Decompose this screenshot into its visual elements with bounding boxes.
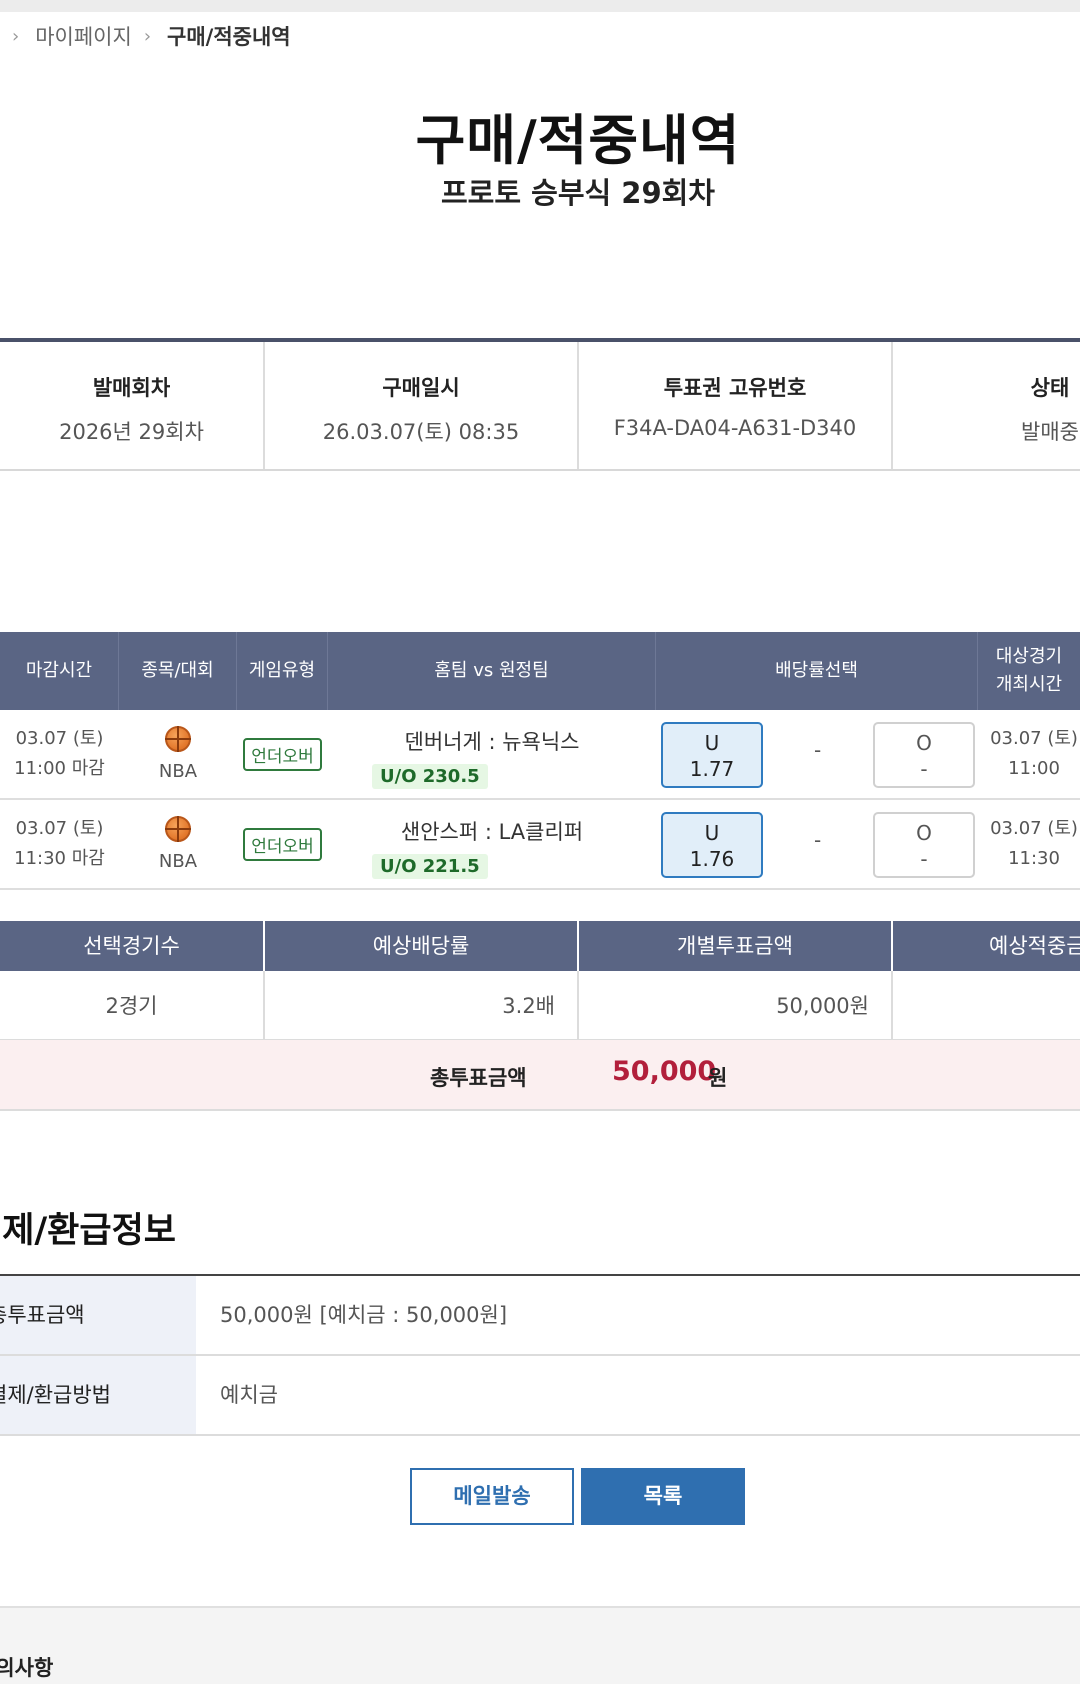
under-odds: 1.76	[689, 847, 735, 871]
game-row: 03.07 (토) 11:00 마감 NBA 언더오버 덴버너게 : 뉴욕닉스 …	[0, 710, 1080, 800]
col-teams: 홈팀 vs 원정팀	[328, 632, 656, 710]
info-ticket-id: 투표권 고유번호 F34A-DA04-A631-D340	[579, 342, 893, 469]
summary-games-value: 2경기	[0, 971, 265, 1041]
target-date: 03.07 (토)	[990, 728, 1078, 749]
match-teams: 샌안스퍼 : LA클리퍼	[400, 820, 584, 844]
payment-total-label: 총투표금액	[0, 1276, 196, 1354]
notice-title: 유의사항	[0, 1656, 54, 1680]
line-badge: U/O 221.5	[372, 854, 488, 879]
payment-section-title: 결제/환급정보	[0, 1211, 176, 1251]
col-odds: 배당률선택	[656, 632, 978, 710]
info-round-value: 2026년 29회차	[59, 420, 204, 444]
under-label: U	[704, 731, 720, 755]
match-teams: 덴버너게 : 뉴욕닉스	[404, 730, 580, 754]
breadcrumb-mypage[interactable]: 마이페이지	[35, 21, 132, 51]
summary-head-amount: 개별투표금액	[579, 921, 893, 971]
info-round-label: 발매회차	[92, 376, 171, 400]
breadcrumb-current: 구매/적중내역	[167, 25, 291, 49]
target-time-cell: 03.07 (토) 11:00	[978, 710, 1080, 798]
match-cell: 덴버너게 : 뉴욕닉스 U/O 230.5	[328, 710, 656, 798]
total-amount-unit: 원	[708, 1066, 728, 1090]
info-round: 발매회차 2026년 29회차	[0, 342, 265, 469]
league-label: NBA	[158, 761, 198, 782]
over-odds: -	[920, 847, 928, 871]
info-purchase-time: 구매일시 26.03.07(토) 08:35	[265, 342, 579, 469]
under-label: U	[704, 821, 720, 845]
summary-head-games: 선택경기수	[0, 921, 265, 971]
chevron-right-icon: ›	[143, 25, 152, 47]
summary-head-expected: 예상적중금	[893, 921, 1080, 971]
middle-odds: -	[814, 738, 822, 762]
line-badge: U/O 230.5	[372, 764, 488, 789]
summary-expected-value	[893, 971, 1080, 1041]
target-time: 11:00	[1008, 758, 1060, 779]
col-target-time: 대상경기 개최시간	[978, 632, 1080, 710]
page-title: 구매/적중내역	[415, 109, 741, 172]
send-mail-button[interactable]: 메일발송	[410, 1468, 574, 1525]
target-time-cell: 03.07 (토) 11:30	[978, 800, 1080, 888]
top-strip	[0, 0, 1080, 12]
league-label: NBA	[158, 851, 198, 872]
col-target-time-line1: 대상경기	[995, 646, 1063, 667]
col-game-type: 게임유형	[237, 632, 328, 710]
game-type-cell: 언더오버	[237, 710, 328, 798]
info-status-label: 상태	[1030, 376, 1070, 400]
under-odds-button[interactable]: U 1.76	[661, 812, 763, 878]
target-date: 03.07 (토)	[990, 818, 1078, 839]
game-type-badge: 언더오버	[243, 828, 322, 861]
sport-cell: NBA	[119, 710, 237, 798]
game-row: 03.07 (토) 11:30 마감 NBA 언더오버 샌안스퍼 : LA클리퍼…	[0, 800, 1080, 890]
list-button[interactable]: 목록	[581, 1468, 745, 1525]
summary-amount-value: 50,000원	[579, 971, 893, 1041]
payment-method-value: 예치금	[220, 1383, 278, 1407]
info-status-value: 발매중	[1021, 420, 1079, 444]
purchase-info-table: 발매회차 2026년 29회차 구매일시 26.03.07(토) 08:35 투…	[0, 338, 1080, 471]
payment-table: 총투표금액 50,000원 [예치금 : 50,000원] 결제/환급방법 예치…	[0, 1274, 1080, 1436]
payment-total-value: 50,000원 [예치금 : 50,000원]	[220, 1303, 508, 1327]
middle-odds: -	[814, 828, 822, 852]
total-amount-row: 총투표금액 50,000 원	[0, 1040, 1080, 1111]
sport-cell: NBA	[119, 800, 237, 888]
total-amount-value: 50,000	[612, 1056, 717, 1087]
basketball-icon	[165, 816, 191, 842]
payment-method-label: 결제/환급방법	[0, 1356, 196, 1434]
total-amount-label: 총투표금액	[430, 1066, 527, 1090]
over-label: O	[916, 821, 932, 845]
basketball-icon	[165, 726, 191, 752]
deadline-time: 11:30 마감	[14, 848, 105, 869]
over-odds-button[interactable]: O -	[873, 722, 975, 788]
info-status: 상태 발매중	[893, 342, 1080, 469]
under-odds: 1.77	[689, 757, 735, 781]
payment-row: 총투표금액 50,000원 [예치금 : 50,000원]	[0, 1276, 1080, 1356]
col-target-time-line2: 개최시간	[995, 674, 1063, 695]
deadline-date: 03.07 (토)	[15, 818, 104, 839]
col-deadline: 마감시간	[0, 632, 119, 710]
info-ticket-id-label: 투표권 고유번호	[663, 376, 807, 400]
match-cell: 샌안스퍼 : LA클리퍼 U/O 221.5	[328, 800, 656, 888]
info-purchase-time-value: 26.03.07(토) 08:35	[322, 420, 520, 444]
summary-head-odds: 예상배당률	[265, 921, 579, 971]
deadline-time: 11:00 마감	[14, 758, 105, 779]
deadline-date: 03.07 (토)	[15, 728, 104, 749]
page-subtitle: 프로토 승부식 29회차	[441, 176, 715, 210]
info-purchase-time-label: 구매일시	[382, 376, 460, 400]
under-odds-button[interactable]: U 1.77	[661, 722, 763, 788]
chevron-right-icon: ›	[12, 25, 20, 47]
deadline-cell: 03.07 (토) 11:00 마감	[0, 710, 119, 798]
over-odds-button[interactable]: O -	[873, 812, 975, 878]
summary-odds-value: 3.2배	[265, 971, 579, 1041]
target-time: 11:30	[1008, 848, 1060, 869]
breadcrumb: › 마이페이지 › 구매/적중내역	[0, 20, 291, 52]
deadline-cell: 03.07 (토) 11:30 마감	[0, 800, 119, 888]
payment-row: 결제/환급방법 예치금	[0, 1356, 1080, 1436]
col-sport: 종목/대회	[119, 632, 237, 710]
info-ticket-id-value: F34A-DA04-A631-D340	[613, 416, 857, 440]
notice-section: 유의사항	[0, 1606, 1080, 1684]
over-odds: -	[920, 757, 928, 781]
game-type-cell: 언더오버	[237, 800, 328, 888]
over-label: O	[916, 731, 932, 755]
game-type-badge: 언더오버	[243, 738, 322, 771]
